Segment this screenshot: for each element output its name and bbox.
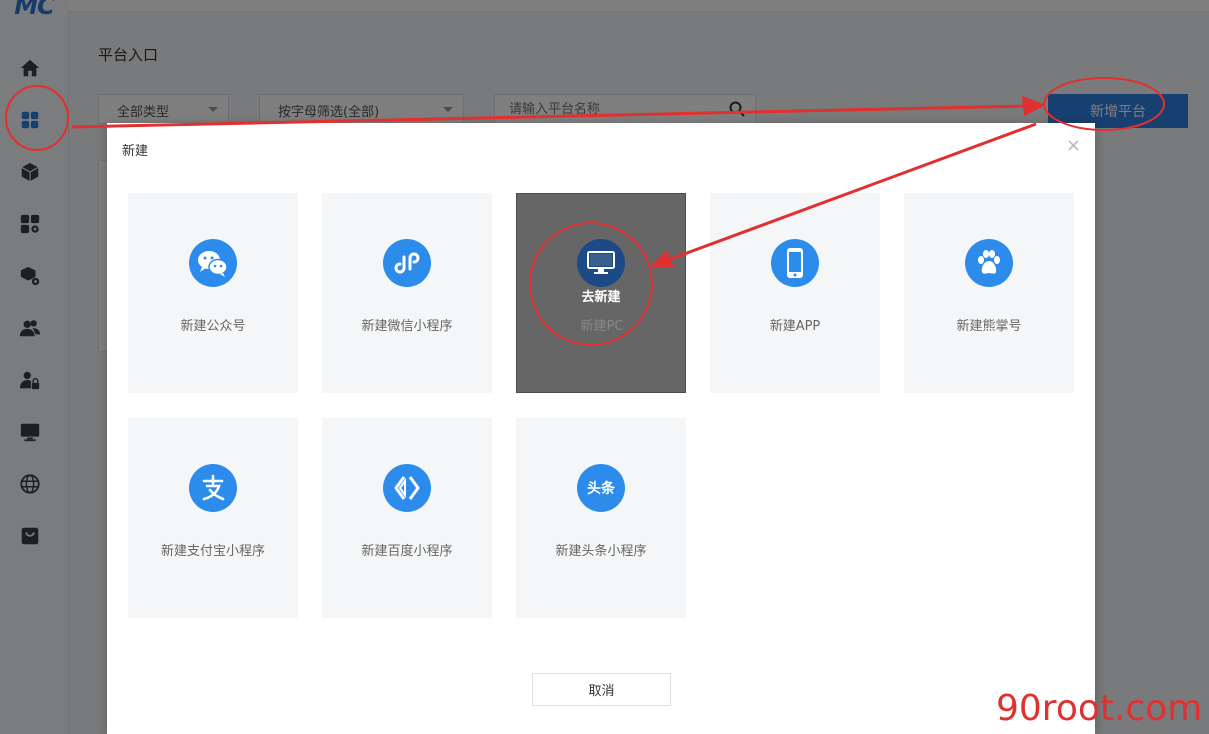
tile-new-alipay-mini-program[interactable]: 新建支付宝小程序 — [128, 418, 298, 618]
wechat-icon — [189, 239, 237, 287]
tile-new-official-account[interactable]: 新建公众号 — [128, 193, 298, 393]
tile-label: 新建微信小程序 — [361, 319, 453, 334]
toutiao-icon: 头条 — [577, 464, 625, 512]
tile-new-wechat-mini-program[interactable]: 新建微信小程序 — [322, 193, 492, 393]
paw-icon — [965, 239, 1013, 287]
tile-label: 新建支付宝小程序 — [160, 544, 265, 559]
alipay-icon — [189, 464, 237, 512]
monitor-icon — [577, 239, 625, 287]
close-icon[interactable]: × — [1066, 137, 1081, 155]
tile-new-baidu-mini-program[interactable]: 新建百度小程序 — [322, 418, 492, 618]
tile-label: 新建APP — [769, 319, 821, 334]
mini-program-icon — [383, 239, 431, 287]
cancel-button[interactable]: 取消 — [532, 673, 671, 706]
tile-new-xiongzhang[interactable]: 新建熊掌号 — [904, 193, 1074, 393]
dialog-title: 新建 — [122, 144, 149, 159]
tile-new-pc[interactable]: 去新建 新建PC — [516, 193, 686, 393]
phone-icon — [771, 239, 819, 287]
tile-label: 新建头条小程序 — [555, 544, 647, 559]
tile-label: 新建百度小程序 — [361, 544, 453, 559]
tile-label: 新建熊掌号 — [956, 319, 1022, 334]
watermark: 90root.com — [996, 688, 1203, 729]
new-platform-dialog: 新建 × 新建公众号 新建微信小程序 去新建 新建PC 新建APP 新建熊掌号 — [107, 123, 1095, 734]
tile-new-app[interactable]: 新建APP — [710, 193, 880, 393]
tile-new-toutiao-mini-program[interactable]: 头条 新建头条小程序 — [516, 418, 686, 618]
toutiao-icon-text: 头条 — [587, 481, 615, 497]
baidu-icon — [383, 464, 431, 512]
go-create-label[interactable]: 去新建 — [517, 286, 685, 305]
tile-label: 新建PC — [580, 319, 624, 334]
tile-label: 新建公众号 — [180, 319, 246, 334]
